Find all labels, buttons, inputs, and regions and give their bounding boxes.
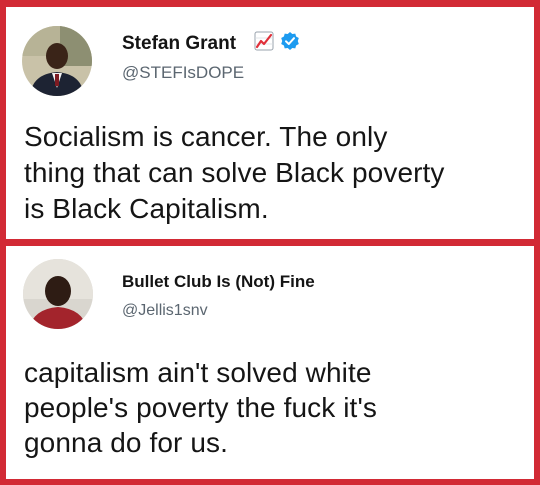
author-handle[interactable]: @STEFIsDOPE <box>122 63 244 83</box>
screenshot-frame: Stefan Grant @STEFIsDOPE Socialism is ca… <box>0 0 540 485</box>
tweet-text-line: Socialism is cancer. The only <box>24 121 388 152</box>
tweet-text-line: thing that can solve Black poverty <box>24 157 445 188</box>
tweet-card-original[interactable]: Stefan Grant @STEFIsDOPE Socialism is ca… <box>6 7 534 239</box>
avatar-photo-icon <box>22 26 92 96</box>
tweet-text: Socialism is cancer. The only thing that… <box>24 119 524 227</box>
avatar-photo-icon <box>23 259 93 329</box>
author-badges <box>254 31 300 56</box>
avatar[interactable] <box>22 26 92 96</box>
tweet-text: capitalism ain't solved white people's p… <box>24 355 524 460</box>
tweet-text-line: is Black Capitalism. <box>24 193 269 224</box>
trending-chart-emoji-icon <box>254 31 274 56</box>
tweet-text-line: people's poverty the fuck it's <box>24 392 377 423</box>
author-name[interactable]: Bullet Club Is (Not) Fine <box>122 272 315 292</box>
tweet-text-line: capitalism ain't solved white <box>24 357 372 388</box>
tweet-text-line: gonna do for us. <box>24 427 228 458</box>
avatar[interactable] <box>23 259 93 329</box>
verified-badge-icon <box>280 31 300 56</box>
tweet-card-reply[interactable]: Bullet Club Is (Not) Fine @Jellis1snv ca… <box>6 246 534 479</box>
author-name[interactable]: Stefan Grant <box>122 33 236 55</box>
author-handle[interactable]: @Jellis1snv <box>122 302 208 320</box>
